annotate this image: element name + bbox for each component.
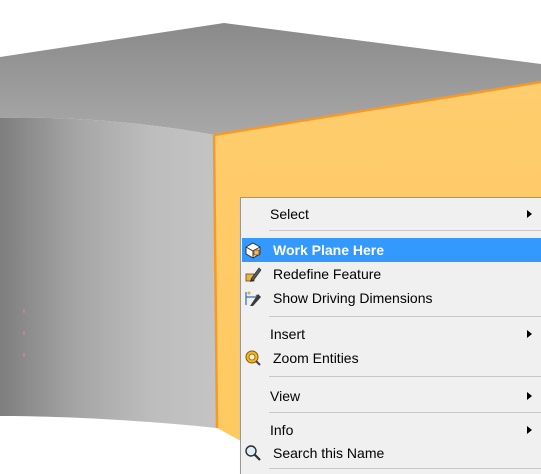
menu-item-view[interactable]: View (242, 384, 541, 408)
menu-separator (269, 412, 541, 413)
menu-separator (269, 468, 541, 469)
menu-item-search-this-name[interactable]: Search this Name (242, 441, 541, 465)
submenu-arrow-icon (527, 392, 532, 400)
menu-item-work-plane-here[interactable]: Work Plane Here (242, 238, 541, 262)
redefine-feature-icon (244, 265, 262, 283)
show-dimensions-icon (244, 289, 262, 307)
menu-item-redefine-feature[interactable]: Redefine Feature (242, 262, 541, 286)
menu-item-label: Zoom Entities (273, 350, 359, 366)
menu-item-zoom-entities[interactable]: Zoom Entities (242, 346, 541, 370)
menu-item-label: Select (270, 206, 309, 222)
menu-item-label: Search this Name (273, 445, 385, 461)
menu-item-insert[interactable]: Insert (242, 322, 541, 346)
menu-separator (269, 230, 541, 231)
menu-item-info[interactable]: Info (242, 418, 541, 442)
zoom-entities-icon (244, 349, 262, 367)
submenu-arrow-icon (527, 330, 532, 338)
context-menu: Select Work Plane Here Redefine Feature (240, 197, 541, 474)
work-plane-icon (244, 241, 262, 259)
menu-item-label: Insert (270, 326, 306, 342)
search-icon (244, 444, 262, 462)
menu-separator (269, 316, 541, 317)
submenu-arrow-icon (527, 426, 532, 434)
menu-item-label: Info (270, 422, 294, 438)
menu-item-label: View (270, 388, 301, 404)
menu-item-label: Redefine Feature (273, 266, 382, 282)
submenu-arrow-icon (527, 210, 532, 218)
menu-item-label: Show Driving Dimensions (273, 290, 433, 306)
menu-item-show-driving-dimensions[interactable]: Show Driving Dimensions (242, 286, 541, 310)
model-side-face[interactable] (0, 117, 217, 429)
menu-separator (269, 376, 541, 377)
menu-item-label: Work Plane Here (273, 242, 385, 258)
menu-item-select[interactable]: Select (242, 202, 541, 226)
